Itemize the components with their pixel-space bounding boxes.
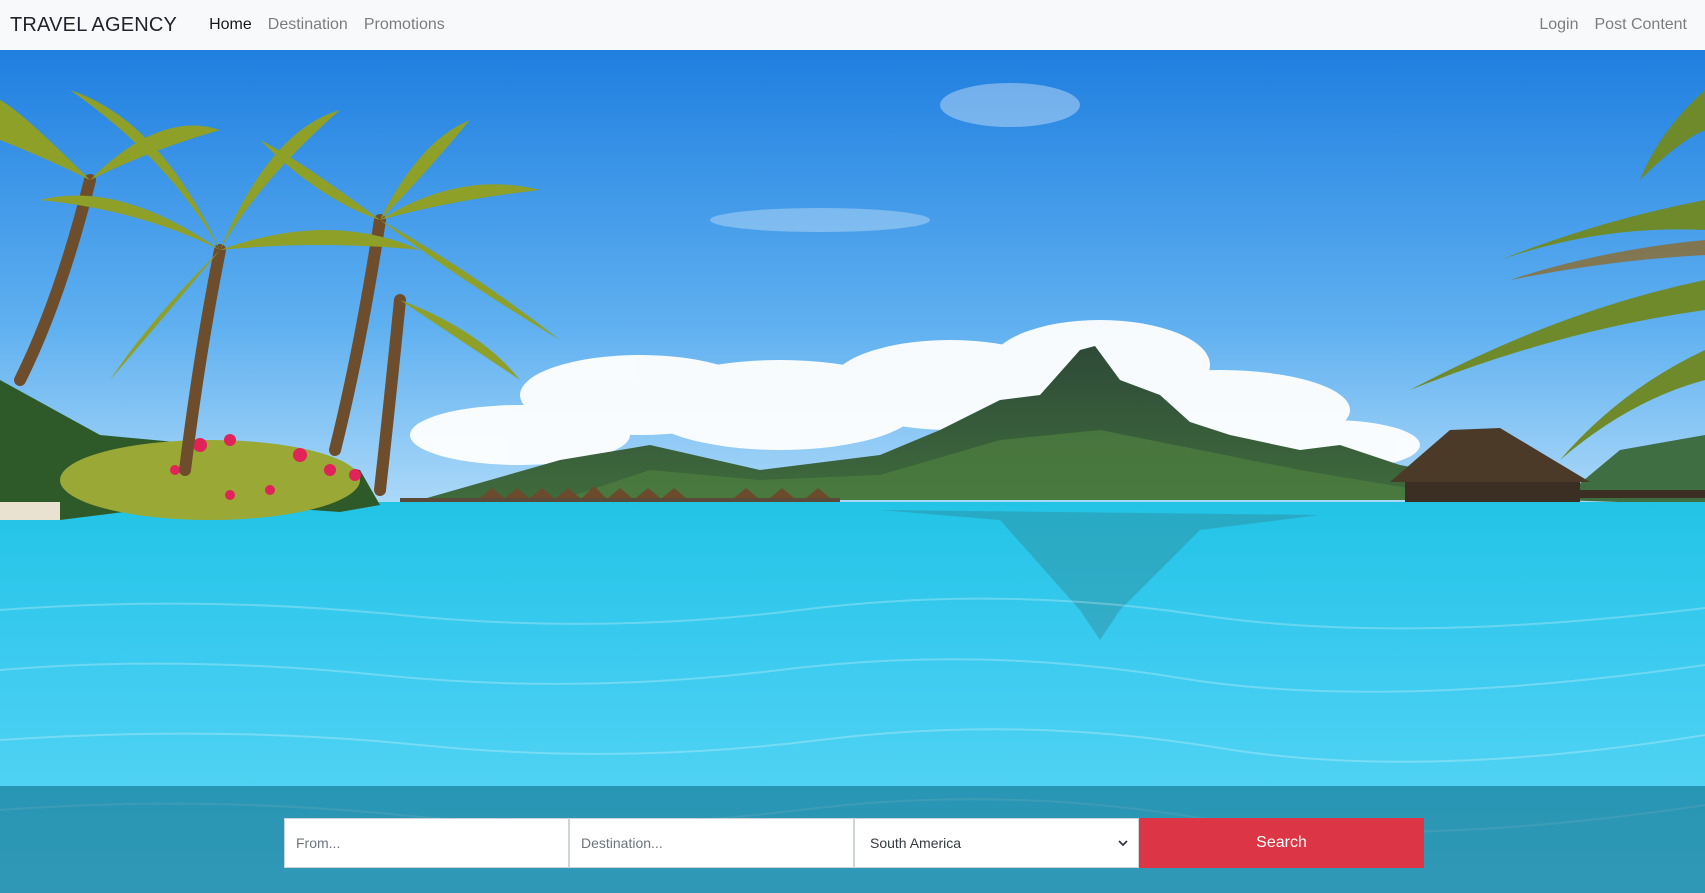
top-navbar: TRAVEL AGENCY Home Destination Promotion… [0, 0, 1705, 50]
nav-link-promotions[interactable]: Promotions [356, 16, 453, 34]
nav-link-post-content[interactable]: Post Content [1587, 16, 1696, 34]
nav-link-home[interactable]: Home [201, 16, 260, 34]
account-nav: Login Post Content [1531, 16, 1695, 34]
brand-logo[interactable]: TRAVEL AGENCY [10, 14, 177, 37]
nav-link-login[interactable]: Login [1531, 16, 1586, 34]
hero-lagoon-image [0, 50, 1705, 893]
destination-input[interactable] [569, 818, 854, 868]
chevron-down-icon [1118, 840, 1128, 847]
search-button[interactable]: Search [1139, 818, 1424, 868]
hero-banner [0, 50, 1705, 893]
trip-search-form: South America Search [284, 818, 1424, 868]
nav-link-destination[interactable]: Destination [260, 16, 356, 34]
region-select-value: South America [870, 835, 962, 851]
primary-nav: Home Destination Promotions [201, 16, 453, 34]
region-select[interactable]: South America [854, 818, 1139, 868]
from-input[interactable] [284, 818, 569, 868]
